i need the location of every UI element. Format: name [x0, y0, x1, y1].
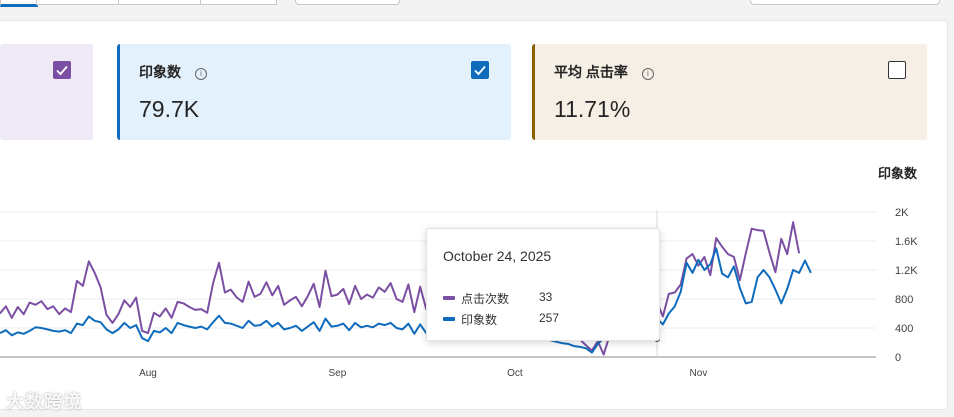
tooltip-date: October 24, 2025: [443, 248, 552, 264]
series-line-clicks: [0, 221, 801, 356]
y-tick-label: 1.6K: [895, 236, 918, 248]
y-tick-label: 0: [895, 352, 901, 364]
x-tick-label: Nov: [690, 368, 708, 379]
performance-chart: 0 400 800 1.2K 1.6K 2K 印象数 Aug Sep Oct Nov: [0, 166, 918, 379]
legend-swatch-clicks: [443, 296, 455, 300]
y-tick-label: 800: [895, 294, 913, 306]
x-tick-label: Sep: [328, 368, 346, 379]
chart-tooltip: October 24, 2025 点击次数 33 印象数 257: [426, 228, 660, 341]
y-axis-label: 印象数: [878, 166, 918, 181]
y-tick-label: 400: [895, 323, 913, 335]
watermark-logo: 大数跨境: [6, 392, 82, 412]
tooltip-row-impressions: 印象数 257: [443, 311, 559, 328]
series-line-impressions: [0, 247, 812, 354]
y-tick-label: 2K: [895, 207, 909, 219]
x-tick-label: Oct: [507, 368, 523, 379]
x-tick-label: Aug: [139, 368, 157, 379]
tooltip-row-clicks: 点击次数 33: [443, 290, 552, 307]
y-tick-label: 1.2K: [895, 265, 918, 277]
legend-swatch-impressions: [443, 317, 455, 321]
